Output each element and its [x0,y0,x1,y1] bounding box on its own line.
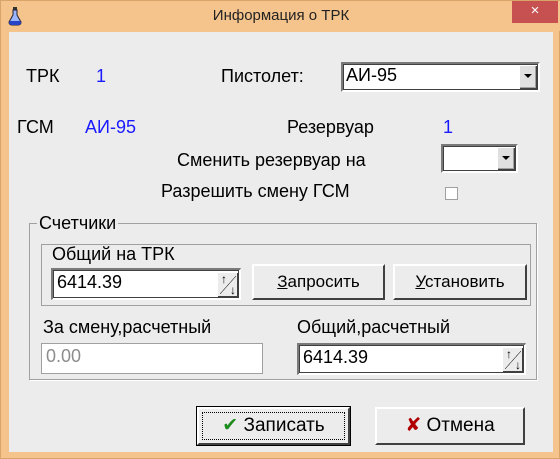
set-button[interactable]: Установить [393,264,527,300]
allow-change-label: Разрешить смену ГСМ [161,181,350,201]
set-button-label: Установить [415,272,504,291]
allow-change-checkbox[interactable] [445,187,458,200]
dialog-client: ТРК 1 Пистолет: АИ-95 ГСМ АИ-95 Резервуа… [9,32,553,452]
pistol-select-value: АИ-95 [346,65,397,85]
trk-value: 1 [96,66,107,86]
close-icon: × [530,2,540,19]
dialog-window: Информация о ТРК × ТРК 1 Пистолет: АИ-95… [0,0,560,459]
gsm-value: АИ-95 [85,117,136,137]
change-reservoir-select[interactable] [441,144,518,173]
gsm-label: ГСМ [17,117,54,137]
pistol-label: Пистолет: [221,66,304,86]
cross-icon: ✘ [405,415,422,436]
request-button[interactable]: Запросить [252,264,385,300]
set-button-text: становить [425,272,505,291]
save-button-content: ✔ Записать [222,415,324,436]
counters-group-label: Счетчики [37,213,119,234]
close-button[interactable]: × [512,1,558,23]
trk-label: ТРК [26,66,60,86]
shift-calc-value: 0.00 [46,346,82,366]
save-button-label: Записать [243,415,325,436]
total-trk-value: 6414.39 [57,272,123,292]
window-title: Информация о ТРК [212,7,350,24]
pistol-select[interactable]: АИ-95 [341,62,540,92]
total-calc-label: Общий,расчетный [297,317,451,337]
set-button-hotkey: У [415,272,426,291]
cancel-button[interactable]: ✘ Отмена [375,407,525,445]
total-calc-value: 6414.39 [303,347,369,367]
reservoir-label: Резервуар [287,117,374,137]
total-trk-label: Общий на ТРК [52,244,175,264]
total-trk-field[interactable]: 6414.39 ↑ ↓ [51,268,241,300]
total-calc-field[interactable]: 6414.39 ↑ ↓ [297,343,526,375]
dropdown-arrow-icon[interactable] [497,147,515,170]
dropdown-arrow-icon[interactable] [519,65,537,89]
cancel-button-content: ✘ Отмена [405,415,494,436]
cancel-button-label: Отмена [426,415,495,436]
save-button[interactable]: ✔ Записать [196,406,351,446]
checkmark-icon: ✔ [222,415,239,436]
change-reservoir-label: Сменить резервуар на [177,150,366,170]
request-button-hotkey: З [277,272,288,291]
reservoir-value: 1 [443,117,454,137]
title-bar[interactable]: Информация о ТРК × [1,1,560,31]
spinner-icon[interactable]: ↑ ↓ [502,347,523,372]
spinner-icon[interactable]: ↑ ↓ [217,272,238,297]
shift-calc-field: 0.00 [41,343,263,374]
request-button-label: Запросить [277,272,360,291]
shift-calc-label: За смену,расчетный [43,317,212,337]
request-button-text: апросить [287,272,360,291]
